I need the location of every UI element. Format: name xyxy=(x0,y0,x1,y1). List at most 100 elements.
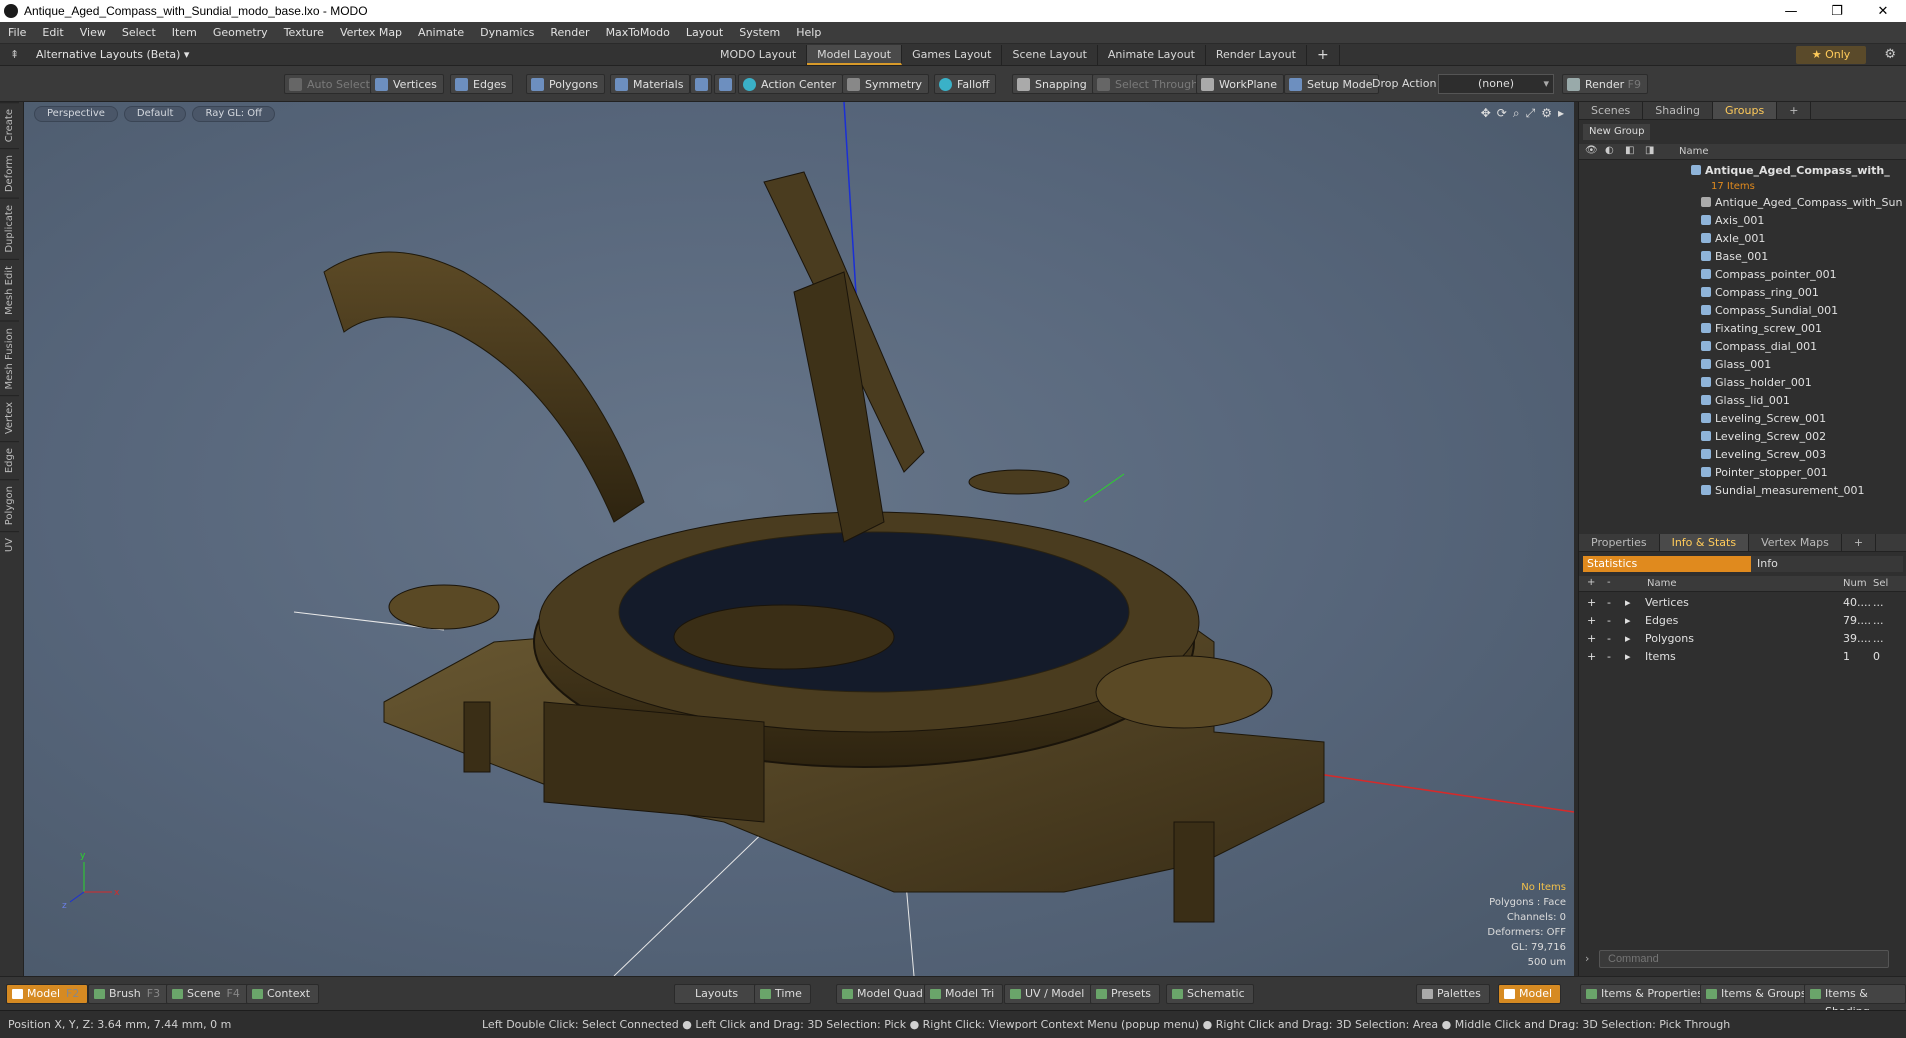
tab-render-layout[interactable]: Render Layout xyxy=(1206,45,1307,65)
model-layout-button[interactable]: Model xyxy=(1498,984,1562,1004)
list-item[interactable]: Glass_001 xyxy=(1579,356,1906,374)
menu-edit[interactable]: Edit xyxy=(34,26,71,39)
pin-icon[interactable]: ⇞ xyxy=(10,48,19,61)
falloff-button[interactable]: Falloff xyxy=(934,74,997,94)
model-quad-button[interactable]: Model Quad xyxy=(836,984,932,1004)
model-mode-button[interactable]: Model F2 xyxy=(6,984,89,1004)
setup-mode-button[interactable]: Setup Mode xyxy=(1284,74,1380,94)
minimize-button[interactable]: — xyxy=(1768,0,1814,22)
tab-modo-layout[interactable]: MODO Layout xyxy=(710,45,808,65)
close-button[interactable]: ✕ xyxy=(1860,0,1906,22)
tab-edge[interactable]: Edge xyxy=(0,440,19,479)
menu-select[interactable]: Select xyxy=(114,26,164,39)
list-item[interactable]: Compass_ring_001 xyxy=(1579,284,1906,302)
only-button[interactable]: ★ Only xyxy=(1796,46,1866,64)
add-tab-button[interactable]: + xyxy=(1842,534,1877,551)
list-item[interactable]: Compass_Sundial_001 xyxy=(1579,302,1906,320)
materials-button[interactable]: Materials xyxy=(610,74,691,94)
list-item[interactable]: Glass_lid_001 xyxy=(1579,392,1906,410)
expand-arrow-icon[interactable]: ▸ xyxy=(1625,630,1631,648)
gear-icon[interactable]: ⚙ xyxy=(1884,47,1896,62)
uv-model-button[interactable]: UV / Model xyxy=(1004,984,1094,1004)
table-row[interactable]: + - ▸ Vertices 40.... ... xyxy=(1579,594,1906,612)
expand-arrow-icon[interactable]: ▸ xyxy=(1625,612,1631,630)
tab-uv[interactable]: UV xyxy=(0,531,19,559)
list-item[interactable]: Axle_001 xyxy=(1579,230,1906,248)
list-item[interactable]: Leveling_Screw_003 xyxy=(1579,446,1906,464)
table-row[interactable]: + - ▸ Polygons 39.... ... xyxy=(1579,630,1906,648)
polygons-button[interactable]: Polygons xyxy=(526,74,605,94)
model-tri-button[interactable]: Model Tri xyxy=(924,984,1004,1004)
list-item[interactable]: Leveling_Screw_001 xyxy=(1579,410,1906,428)
symmetry-button[interactable]: Symmetry xyxy=(842,74,930,94)
menu-animate[interactable]: Animate xyxy=(410,26,472,39)
menu-vertex-map[interactable]: Vertex Map xyxy=(332,26,410,39)
drop-action-select[interactable]: (none) ▾ xyxy=(1438,74,1554,94)
list-item[interactable]: Glass_holder_001 xyxy=(1579,374,1906,392)
time-button[interactable]: Time xyxy=(754,984,811,1004)
tab-properties[interactable]: Properties xyxy=(1579,534,1660,551)
context-button[interactable]: Context xyxy=(246,984,320,1004)
tab-shading[interactable]: Shading xyxy=(1643,102,1713,119)
expand-arrow-icon[interactable]: ▸ xyxy=(1625,648,1631,666)
edges-button[interactable]: Edges xyxy=(450,74,514,94)
items-groups-button[interactable]: Items & Groups xyxy=(1700,984,1816,1004)
tab-scene-layout[interactable]: Scene Layout xyxy=(1002,45,1098,65)
menu-layout[interactable]: Layout xyxy=(678,26,731,39)
menu-file[interactable]: File xyxy=(0,26,34,39)
eye-icon[interactable]: 👁 xyxy=(1585,145,1598,156)
menu-dynamics[interactable]: Dynamics xyxy=(472,26,542,39)
add-layout-button[interactable]: + xyxy=(1307,45,1340,65)
items-properties-button[interactable]: Items & Properties xyxy=(1580,984,1712,1004)
tab-games-layout[interactable]: Games Layout xyxy=(902,45,1003,65)
list-item[interactable]: Sundial_measurement_001 xyxy=(1579,482,1906,500)
tab-info-stats[interactable]: Info & Stats xyxy=(1659,534,1750,551)
alternative-layouts-dropdown[interactable]: Alternative Layouts (Beta) ▾ xyxy=(36,48,189,61)
list-item[interactable]: Compass_dial_001 xyxy=(1579,338,1906,356)
group-row[interactable]: Antique_Aged_Compass_with_ xyxy=(1579,162,1906,180)
snapping-button[interactable]: Snapping xyxy=(1012,74,1094,94)
schematic-button[interactable]: Schematic xyxy=(1166,984,1254,1004)
items-shading-button[interactable]: Items & Shading xyxy=(1804,984,1906,1018)
presets-button[interactable]: Presets xyxy=(1090,984,1161,1004)
3d-viewport[interactable]: Perspective Default Ray GL: Off ✥ ⟳ ⌕ ⤢ … xyxy=(24,102,1574,976)
menu-render[interactable]: Render xyxy=(542,26,597,39)
menu-item[interactable]: Item xyxy=(164,26,205,39)
table-row[interactable]: + - ▸ Items 1 0 xyxy=(1579,648,1906,666)
list-item[interactable]: Axis_001 xyxy=(1579,212,1906,230)
tab-mesh-edit[interactable]: Mesh Edit xyxy=(0,259,19,321)
new-group-button[interactable]: New Group xyxy=(1583,124,1651,140)
list-item[interactable]: Pointer_stopper_001 xyxy=(1579,464,1906,482)
auto-select-button[interactable]: Auto Select xyxy=(284,74,377,94)
render-button[interactable]: Render F9 xyxy=(1562,74,1648,94)
menu-geometry[interactable]: Geometry xyxy=(205,26,276,39)
statistics-tab[interactable]: Statistics xyxy=(1583,556,1751,572)
list-item[interactable]: Base_001 xyxy=(1579,248,1906,266)
vertices-button[interactable]: Vertices xyxy=(370,74,444,94)
selection-mode-button-2[interactable] xyxy=(714,74,736,94)
tab-duplicate[interactable]: Duplicate xyxy=(0,198,19,260)
palettes-button[interactable]: Palettes xyxy=(1416,984,1490,1004)
lock-icon[interactable]: ◐ xyxy=(1605,145,1614,156)
menu-view[interactable]: View xyxy=(72,26,114,39)
action-center-button[interactable]: Action Center xyxy=(738,74,843,94)
tab-polygon[interactable]: Polygon xyxy=(0,478,19,532)
select-through-button[interactable]: Select Through xyxy=(1092,74,1206,94)
expand-all-icon[interactable]: + xyxy=(1587,577,1595,588)
tab-model-layout[interactable]: Model Layout xyxy=(807,45,903,65)
workplane-button[interactable]: WorkPlane xyxy=(1196,74,1285,94)
command-input[interactable] xyxy=(1599,950,1889,968)
tab-deform[interactable]: Deform xyxy=(0,148,19,199)
brush-mode-button[interactable]: Brush F3 xyxy=(88,984,170,1004)
tab-create[interactable]: Create xyxy=(0,102,19,149)
tab-vertex[interactable]: Vertex xyxy=(0,395,19,441)
tab-animate-layout[interactable]: Animate Layout xyxy=(1098,45,1206,65)
collapse-all-icon[interactable]: - xyxy=(1607,577,1611,588)
menu-system[interactable]: System xyxy=(731,26,788,39)
info-tab[interactable]: Info xyxy=(1751,556,1903,572)
menu-maxtomodo[interactable]: MaxToModo xyxy=(598,26,678,39)
selection-mode-button-1[interactable] xyxy=(690,74,712,94)
render-toggle-icon[interactable]: ◧ xyxy=(1625,145,1634,156)
tab-groups[interactable]: Groups xyxy=(1712,102,1778,119)
list-item[interactable]: Antique_Aged_Compass_with_Sun ... xyxy=(1579,194,1906,212)
